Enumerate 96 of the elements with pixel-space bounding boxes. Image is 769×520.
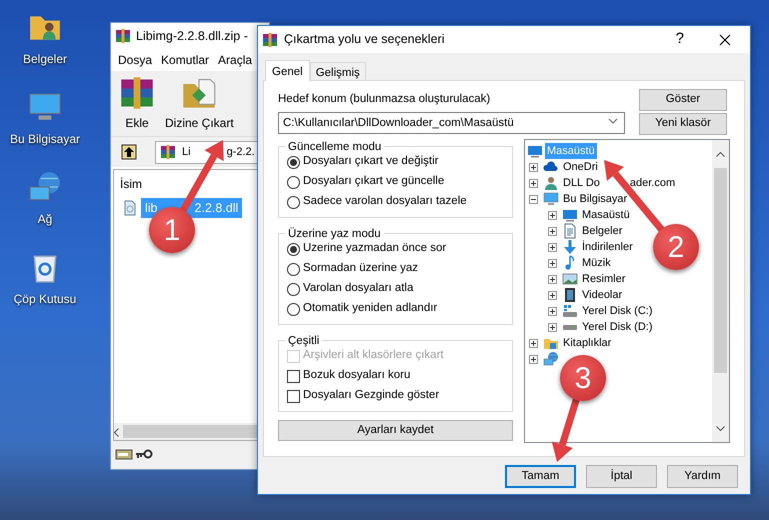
disk-drive-icon [562,304,578,318]
desktop-icon-label[interactable]: Belgeler [22,50,68,68]
expand-toggle[interactable] [548,242,557,252]
group-title: Çeşitli [285,333,322,350]
tree-item[interactable]: Belgeler [580,222,624,240]
chevron-down-icon[interactable] [716,426,725,432]
option-label: Arşivleri alt klasörlere çıkart [303,348,444,364]
dialog-button[interactable]: İptal [586,465,657,488]
archive-icon [262,32,278,48]
option-label: Dosyaları çıkart ve değiştir [303,154,438,170]
film-icon [562,287,578,303]
option-label: Bozuk dosyaları koru [303,368,410,384]
download-icon [562,239,578,255]
desktop-icon-label[interactable]: Çöp Kutusu [14,290,76,308]
address-text: g-2.2. [226,144,255,160]
checkbox[interactable] [287,370,300,382]
expand-toggle[interactable] [548,290,557,300]
tree-item[interactable]: İndirilenler [580,238,635,256]
close-icon [718,32,732,46]
tab[interactable]: Genel [265,60,310,81]
tree-item[interactable]: Resimler [580,270,628,288]
option-label: Dosyaları çıkart ve güncelle [303,174,444,190]
expand-toggle[interactable] [548,258,557,268]
menu-item[interactable]: Dosya [118,51,152,69]
tree-item[interactable]: Yerel Disk (D:) [580,318,654,336]
expand-toggle[interactable] [548,226,557,236]
expand-toggle[interactable] [548,210,557,220]
desktop-icon-label[interactable]: Ağ [38,210,52,228]
file-icon [122,200,138,216]
tree-item[interactable]: Masaüstü [580,206,632,224]
menu-item[interactable]: Komutlar [161,51,210,69]
dialog-button[interactable]: Yeni klasör [639,113,727,135]
address-text: Li [182,144,191,160]
radio-button[interactable] [287,196,300,208]
dialog-button[interactable]: Yardım [667,465,738,488]
chevron-left-icon[interactable] [114,428,119,437]
window-title: Libimg-2.2.8.dll.zip - [136,28,248,45]
expand-toggle[interactable] [529,178,538,188]
expand-toggle[interactable] [548,274,557,284]
desktop-icon-label[interactable]: Bu Bilgisayar [10,130,80,148]
radio-button[interactable] [287,176,300,188]
toolbar-button[interactable]: Dizine Çıkart [165,75,234,132]
chevron-up-icon[interactable] [716,152,725,158]
option-label: Dosyaları Gezginde göster [303,388,440,404]
tree-item[interactable]: Videolar [580,286,624,304]
expand-toggle[interactable] [529,354,538,364]
tree-item[interactable]: Müzik [580,254,613,272]
option-label: Otomatik yeniden adlandır [303,301,438,316]
archive-icon [160,144,176,160]
tree-item[interactable]: Kitaplıklar [561,334,614,352]
expand-toggle[interactable] [529,194,538,204]
document-icon [562,223,578,239]
column-header[interactable]: İsim [120,175,142,193]
monitor-icon [527,143,543,159]
option-label: Varolan dosyaları atla [303,281,414,296]
save-settings-button[interactable]: Ayarları kaydet [278,420,513,441]
option-label: Sormadan üzerine yaz [303,261,418,276]
person-icon [543,175,559,191]
radio-button[interactable] [287,302,300,316]
group-title: Güncelleme modu [285,139,384,156]
expand-toggle[interactable] [548,322,557,332]
computer-icon [543,191,559,207]
archive-icon [115,28,131,44]
field-label: Hedef konum (bulunmazsa oluşturulacak) [278,92,492,107]
help-button[interactable]: ? [676,28,684,51]
expand-toggle[interactable] [548,306,557,316]
network-icon [543,351,559,367]
tree-item[interactable]: DLL Do [561,174,602,192]
toolbar-button[interactable]: Ekle [119,75,155,132]
monitor-icon [562,207,578,223]
tree-item[interactable]: Yerel Disk (C:) [580,302,654,320]
expand-toggle[interactable] [529,162,538,172]
dialog-title: Çıkartma yolu ve seçenekleri [284,31,444,48]
option-label: Üzerine yazmadan önce sor [303,241,446,256]
expand-toggle[interactable] [529,338,538,348]
tree-item[interactable]: Bu Bilgisayar [561,190,630,208]
radio-button[interactable] [287,242,300,256]
radio-button[interactable] [287,282,300,296]
dialog-button[interactable]: Tamam [505,465,576,488]
radio-button[interactable] [287,262,300,276]
radio-button[interactable] [287,156,300,168]
up-arrow-icon [121,144,137,160]
disk-drive-icon [562,324,578,330]
close-button[interactable] [718,32,732,46]
archive-add-icon [119,75,155,111]
picture-icon [562,271,578,287]
tree-item[interactable]: ader.com [628,174,678,192]
tab[interactable]: Gelişmiş [310,62,366,80]
tree-item[interactable]: OneDri [561,158,600,176]
menu-item[interactable]: Araçla [218,51,252,69]
dialog-button[interactable]: Göster [639,89,727,111]
path-combobox[interactable]: C:\Kullanıcılar\DllDownloader_com\Masaüstü [278,112,625,134]
option-label: Sadece varolan dosyaları tazele [303,194,467,210]
scrollbar[interactable] [712,140,729,442]
checkbox[interactable] [287,390,300,402]
group-title: Üzerine yaz modu [285,226,384,244]
